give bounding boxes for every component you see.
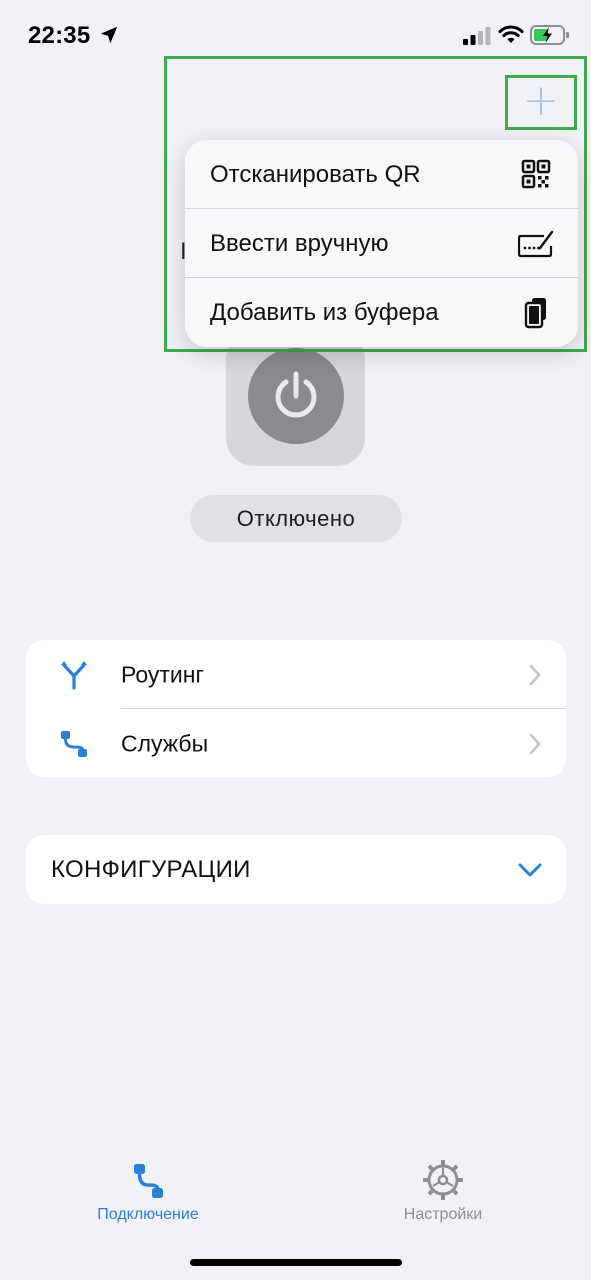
menu-item-label: Добавить из буфера (210, 298, 439, 326)
tab-label: Настройки (403, 1206, 483, 1223)
menu-item-scan-qr[interactable]: Отсканировать QR (185, 140, 578, 209)
add-button[interactable]: + (505, 75, 577, 130)
power-icon (275, 371, 317, 418)
menu-item-manual-entry[interactable]: Ввести вручную (185, 209, 578, 278)
home-indicator (190, 1259, 402, 1266)
tab-connection[interactable]: Подключение (48, 1150, 248, 1230)
configurations-title: КОНФИГУРАЦИИ (51, 855, 251, 883)
chevron-down-icon[interactable] (518, 862, 542, 878)
qr-code-icon (521, 159, 551, 188)
location-arrow-icon (100, 26, 118, 44)
connection-status-badge: Отключено (190, 495, 402, 542)
tab-label: Подключение (97, 1206, 199, 1223)
connection-icon (134, 1164, 163, 1198)
menu-item-label: Отсканировать QR (210, 160, 421, 188)
list-item-label: Роутинг (121, 661, 204, 687)
clipboard-icon (524, 297, 546, 328)
menu-item-paste-clipboard[interactable]: Добавить из буфера (185, 278, 578, 347)
cellular-signal-icon (463, 27, 491, 45)
keyboard-edit-icon (518, 230, 554, 257)
routing-icon (61, 660, 87, 690)
chevron-right-icon (529, 664, 541, 685)
tab-settings[interactable]: Настройки (343, 1150, 543, 1230)
status-time: 22:35 (28, 22, 91, 49)
list-item-services[interactable]: Службы (26, 709, 566, 778)
services-icon (61, 730, 87, 757)
list-item-routing[interactable]: Роутинг (26, 640, 566, 709)
configurations-section[interactable]: КОНФИГУРАЦИИ (26, 835, 566, 904)
gear-icon (423, 1160, 463, 1200)
connection-status-label: Отключено (236, 505, 356, 531)
menu-item-label: Ввести вручную (210, 229, 389, 257)
list-item-label: Службы (121, 730, 209, 756)
add-config-menu: Отсканировать QR Ввести вручную Добавить… (185, 140, 578, 347)
battery-charging-icon (530, 25, 569, 45)
wifi-icon (498, 25, 524, 43)
plus-icon: + (522, 74, 560, 126)
chevron-right-icon (529, 733, 541, 754)
settings-list-card: Роутинг Службы (26, 640, 566, 777)
